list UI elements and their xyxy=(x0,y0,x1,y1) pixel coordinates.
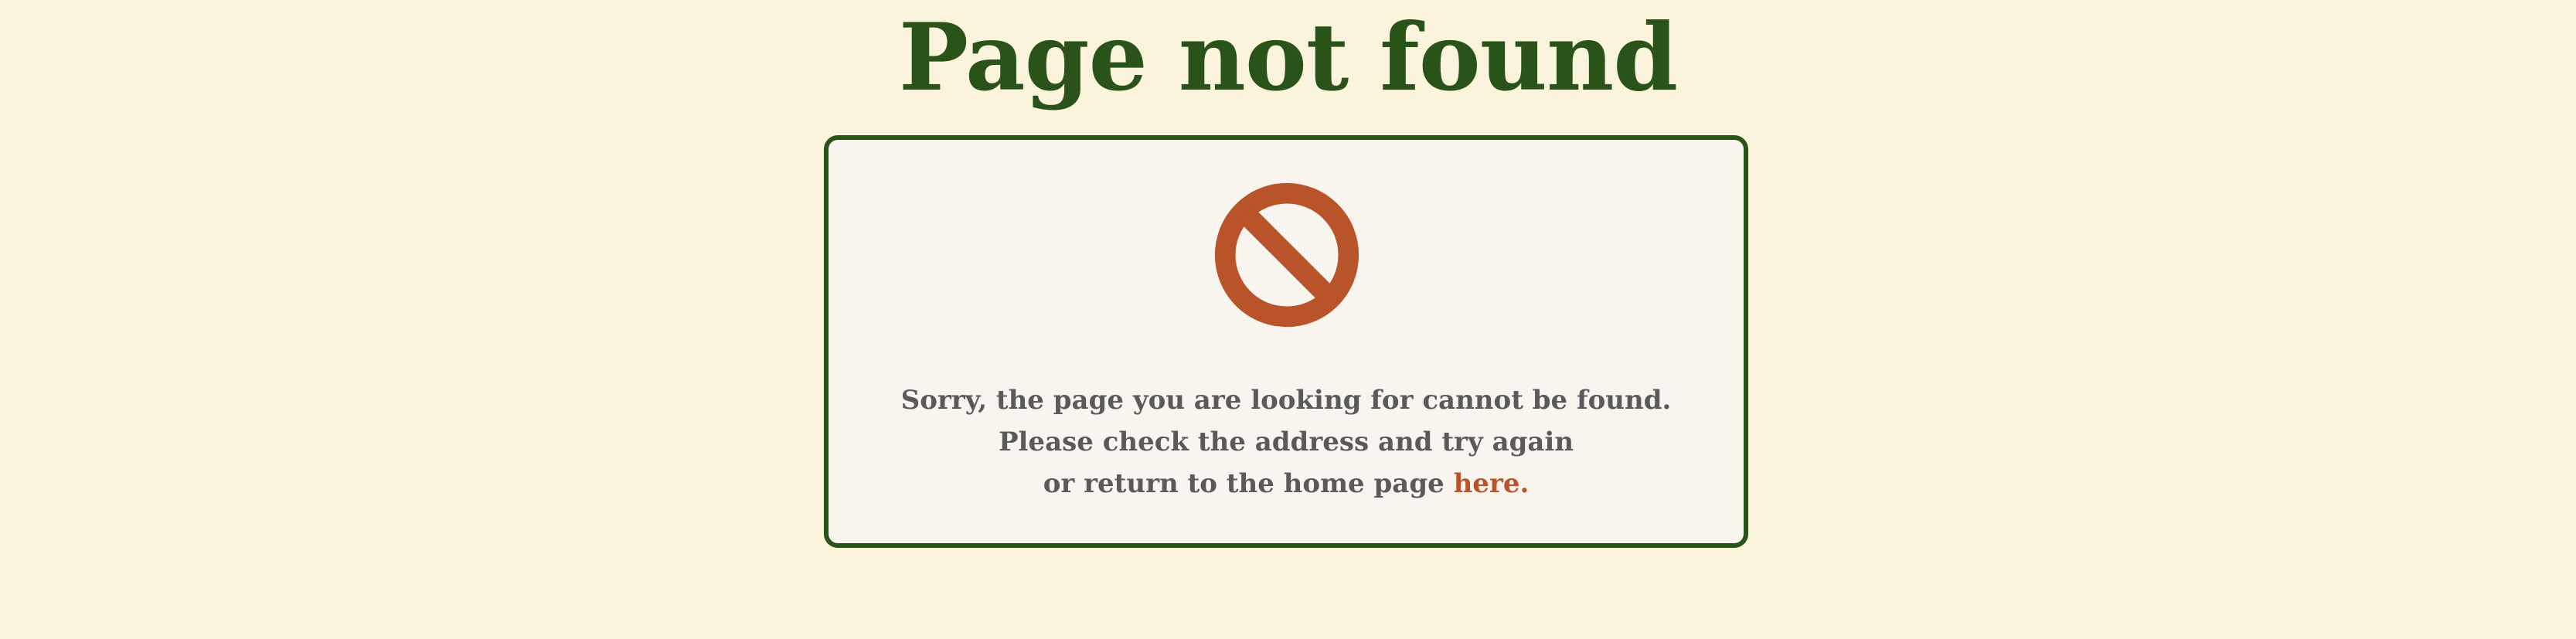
error-message: Sorry, the page you are looking for cann… xyxy=(829,379,1744,505)
error-message-line-3-text: or return to the home page xyxy=(1043,468,1454,499)
error-card: Sorry, the page you are looking for cann… xyxy=(824,135,1748,548)
page-title: Page not found xyxy=(898,3,1678,112)
error-message-line-2: Please check the address and try again xyxy=(998,427,1574,457)
error-message-line-3: or return to the home page here. xyxy=(829,463,1744,505)
home-page-link[interactable]: here. xyxy=(1454,468,1530,499)
error-message-line-1: Sorry, the page you are looking for cann… xyxy=(900,385,1672,416)
prohibited-icon xyxy=(1214,182,1359,328)
